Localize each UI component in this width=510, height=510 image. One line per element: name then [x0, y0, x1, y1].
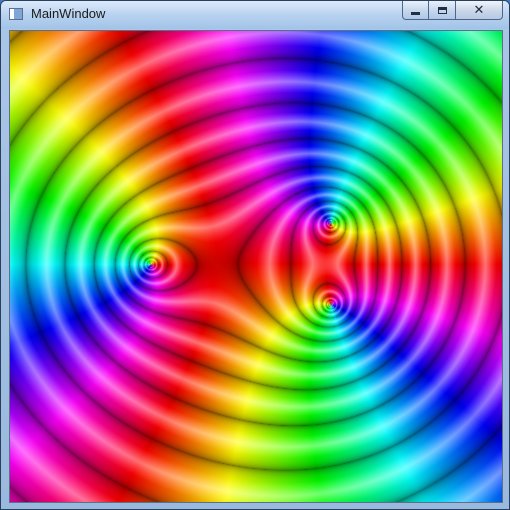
plot-area [9, 30, 503, 503]
window-title: MainWindow [31, 6, 106, 21]
maximize-icon [437, 6, 447, 14]
main-window: MainWindow ✕ [0, 0, 510, 510]
minimize-button[interactable] [402, 1, 429, 20]
caption-buttons: ✕ [402, 1, 503, 21]
close-icon: ✕ [473, 2, 485, 18]
title-bar[interactable]: MainWindow ✕ [1, 1, 509, 29]
close-button[interactable]: ✕ [456, 1, 503, 20]
app-window-icon[interactable] [9, 8, 23, 20]
minimize-icon [411, 11, 420, 15]
domain-coloring-canvas [10, 31, 502, 502]
maximize-button[interactable] [429, 1, 456, 20]
